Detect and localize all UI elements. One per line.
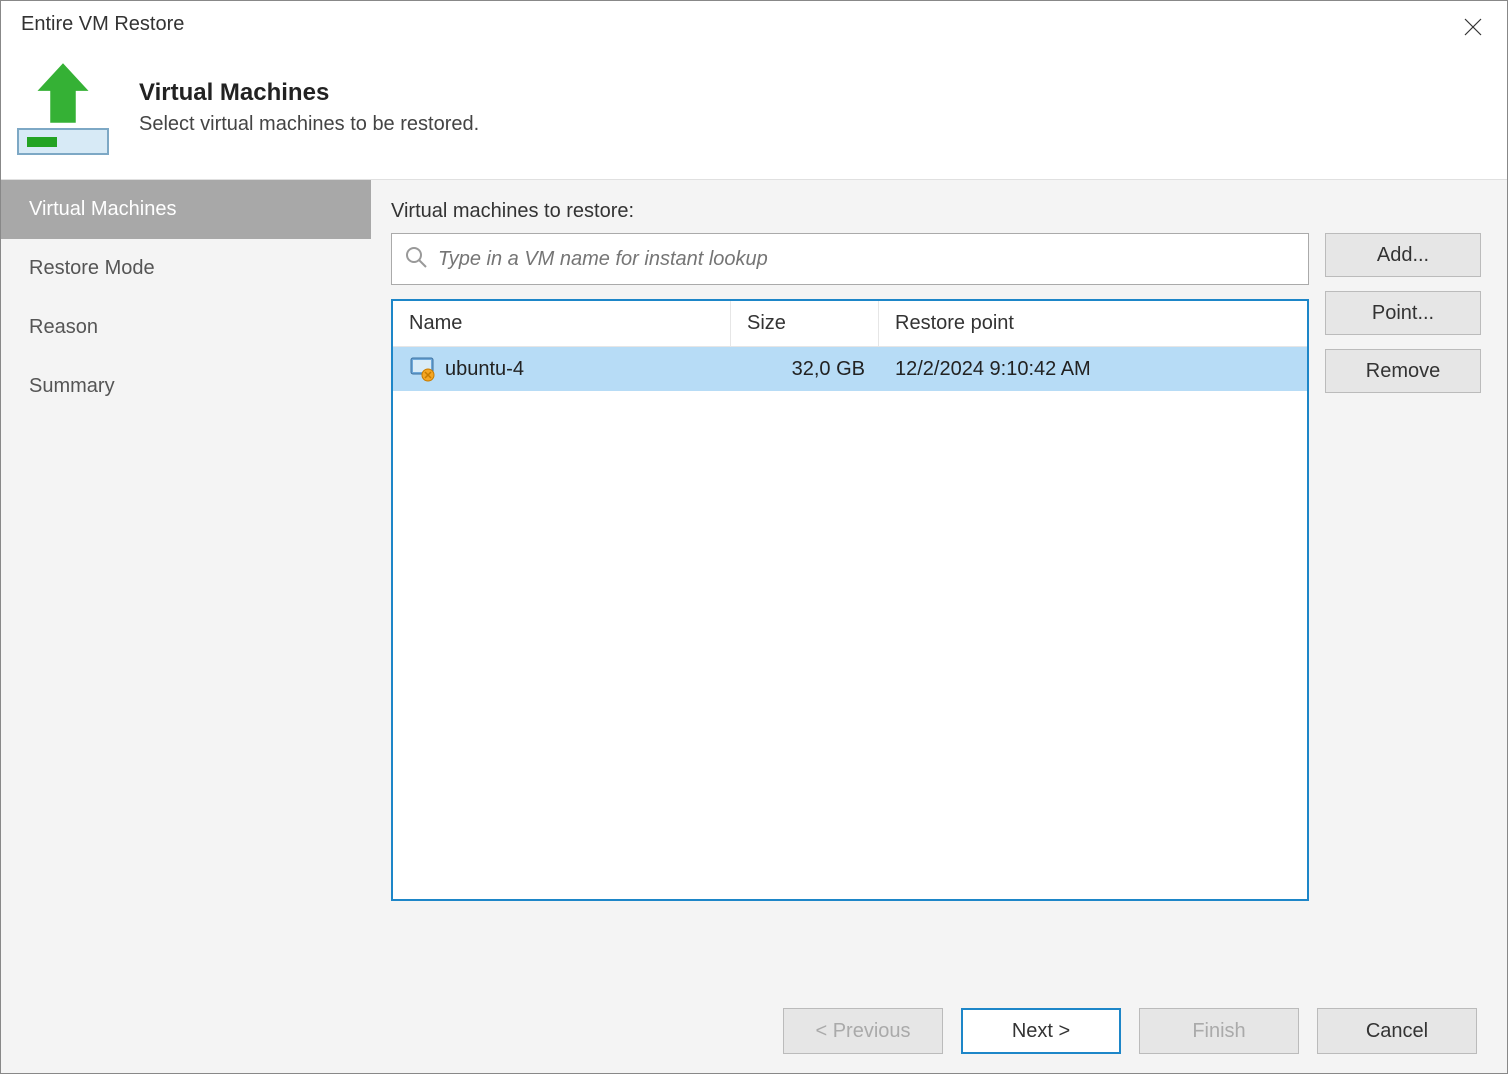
wizard-steps-sidebar: Virtual Machines Restore Mode Reason Sum… [1, 180, 371, 989]
window-title: Entire VM Restore [21, 13, 184, 36]
wizard-window: Entire VM Restore Virtual Machines Selec… [0, 0, 1508, 1074]
cell-restore-point: 12/2/2024 9:10:42 AM [895, 358, 1091, 381]
step-virtual-machines[interactable]: Virtual Machines [1, 180, 371, 239]
cell-size: 32,0 GB [792, 358, 865, 381]
content-row: Name Size Restore point [391, 233, 1481, 989]
wizard-header: Virtual Machines Select virtual machines… [1, 47, 1507, 179]
disk-icon [17, 128, 109, 155]
side-buttons: Add... Point... Remove [1325, 233, 1481, 989]
search-icon [404, 245, 428, 274]
page-heading: Virtual Machines [139, 79, 479, 107]
cancel-button[interactable]: Cancel [1317, 1008, 1477, 1054]
col-header-size[interactable]: Size [731, 301, 879, 346]
close-icon[interactable] [1461, 15, 1485, 45]
point-button[interactable]: Point... [1325, 291, 1481, 335]
wizard-body: Virtual Machines Restore Mode Reason Sum… [1, 179, 1507, 989]
finish-button[interactable]: Finish [1139, 1008, 1299, 1054]
page-subheading: Select virtual machines to be restored. [139, 113, 479, 136]
header-text: Virtual Machines Select virtual machines… [139, 79, 479, 136]
next-button[interactable]: Next > [961, 1008, 1121, 1054]
arrow-up-icon [29, 59, 97, 132]
search-box[interactable] [391, 233, 1309, 285]
col-header-name[interactable]: Name [393, 301, 731, 346]
col-header-restore-point[interactable]: Restore point [879, 301, 1307, 346]
wizard-footer: < Previous Next > Finish Cancel [1, 989, 1507, 1073]
previous-button[interactable]: < Previous [783, 1008, 943, 1054]
add-button[interactable]: Add... [1325, 233, 1481, 277]
search-input[interactable] [438, 248, 1296, 271]
table-header: Name Size Restore point [393, 301, 1307, 347]
step-restore-mode[interactable]: Restore Mode [1, 239, 371, 298]
vm-icon [409, 356, 435, 382]
step-summary[interactable]: Summary [1, 357, 371, 416]
table-area: Name Size Restore point [391, 233, 1309, 989]
titlebar: Entire VM Restore [1, 1, 1507, 47]
restore-icon [15, 59, 111, 155]
step-reason[interactable]: Reason [1, 298, 371, 357]
cell-name: ubuntu-4 [445, 358, 524, 381]
vm-list-label: Virtual machines to restore: [391, 200, 1481, 223]
main-panel: Virtual machines to restore: Name Size [371, 180, 1507, 989]
table-row[interactable]: ubuntu-4 32,0 GB 12/2/2024 9:10:42 AM [393, 347, 1307, 391]
vm-table: Name Size Restore point [391, 299, 1309, 901]
remove-button[interactable]: Remove [1325, 349, 1481, 393]
